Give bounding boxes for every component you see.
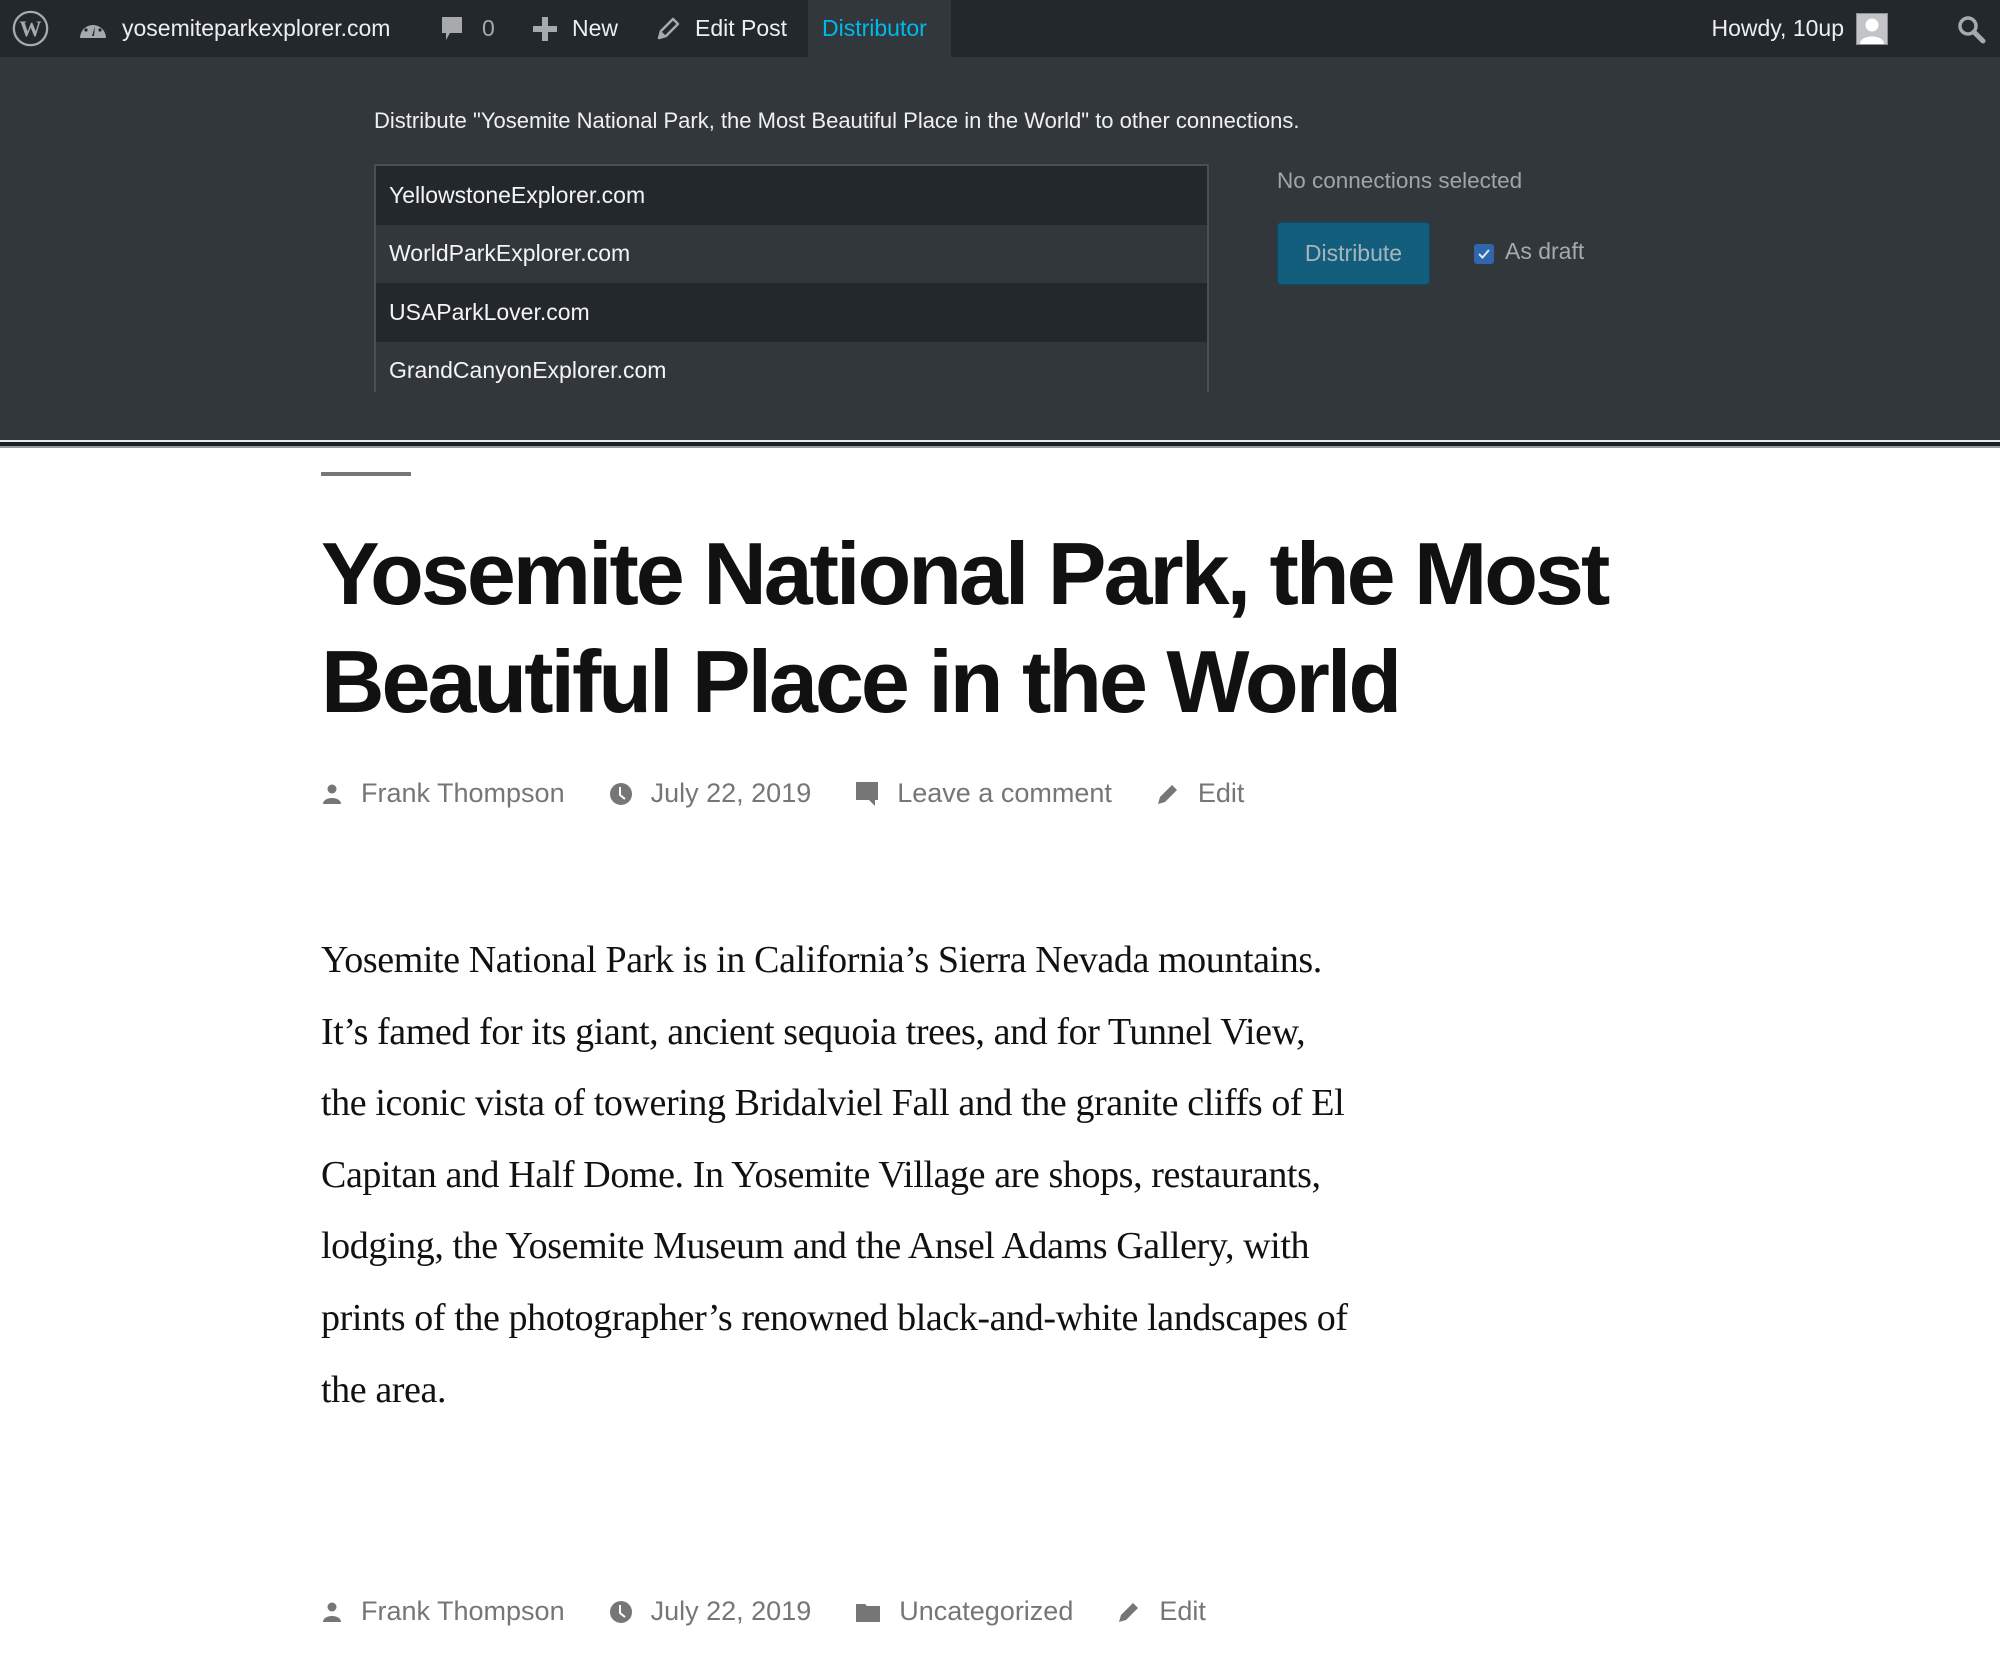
panel-divider [0,440,2000,448]
connection-item[interactable]: WorldParkExplorer.com [376,224,1207,283]
clock-icon [609,782,632,805]
date-link[interactable]: July 22, 2019 [651,778,812,809]
distribute-button[interactable]: Distribute [1277,222,1430,285]
search-icon [1956,14,1986,44]
edit-post-label: Edit Post [695,15,788,41]
connection-label: YellowstoneExplorer.com [389,181,646,208]
author-link[interactable]: Frank Thompson [361,778,565,809]
site-name-link[interactable]: yosemiteparkexplorer.com [78,0,390,57]
post-header-meta: Frank Thompson July 22, 2019 Leave a com… [321,778,1288,809]
title-separator [321,472,411,476]
dashboard-gauge-icon [78,16,108,42]
new-content-link[interactable]: New [532,0,618,57]
connection-label: WorldParkExplorer.com [389,240,631,267]
distribute-description: Distribute "Yosemite National Park, the … [374,108,1300,133]
user-icon [323,1602,341,1622]
connection-label: USAParkLover.com [389,298,590,325]
search-button[interactable] [1956,0,1986,57]
post-footer-meta: Frank Thompson July 22, 2019 Uncategoriz… [321,1596,1250,1627]
post-date: July 22, 2019 [609,778,812,809]
wordpress-logo-button[interactable]: W [12,0,49,57]
distributor-tab[interactable]: Distributor [808,0,951,57]
connection-label: GrandCanyonExplorer.com [389,357,667,384]
clock-icon [609,1600,632,1623]
pencil-icon [1119,1602,1139,1622]
post-edit: Edit [1156,778,1245,809]
comments-link[interactable]: 0 [440,0,495,57]
new-label: New [572,15,619,41]
post-title: Yosemite National Park, the Most Beautif… [321,524,1610,731]
my-account-link[interactable]: Howdy, 10up [1711,0,1888,57]
footer-date: July 22, 2019 [609,1596,812,1627]
connection-item[interactable]: GrandCanyonExplorer.com [376,341,1207,400]
user-avatar-icon [1856,12,1888,45]
user-icon [323,784,341,804]
as-draft-checkbox[interactable] [1474,244,1494,264]
post-body: Yosemite National Park is in California’… [321,939,1348,1411]
comment-bubble-icon [440,15,464,43]
wordpress-logo-icon: W [12,10,49,47]
admin-bar: W yosemiteparkexplorer.com 0 New Edit Po… [0,0,2000,57]
pencil-icon [1157,784,1177,804]
as-draft-label[interactable]: As draft [1505,238,1584,265]
category-link[interactable]: Uncategorized [899,1596,1073,1627]
distributor-label: Distributor [822,15,927,41]
comments-count: 0 [482,15,495,41]
date-link[interactable]: July 22, 2019 [651,1596,812,1627]
connection-item[interactable]: USAParkLover.com [376,283,1207,342]
connection-item[interactable]: YellowstoneExplorer.com [376,166,1207,225]
pencil-icon [655,16,681,42]
post-author: Frank Thompson [321,778,565,809]
selection-status: No connections selected [1277,168,1523,193]
connections-list[interactable]: YellowstoneExplorer.com WorldParkExplore… [374,164,1209,400]
howdy-label: Howdy, 10up [1711,15,1844,41]
footer-category: Uncategorized [855,1596,1073,1627]
svg-text:W: W [19,16,41,41]
plus-icon [532,16,558,42]
author-link[interactable]: Frank Thompson [361,1596,565,1627]
footer-edit: Edit [1117,1596,1206,1627]
leave-comment-link[interactable]: Leave a comment [897,778,1112,809]
site-name: yosemiteparkexplorer.com [122,15,391,41]
footer-author: Frank Thompson [321,1596,565,1627]
checkmark-icon [1478,249,1490,259]
edit-link[interactable]: Edit [1159,1596,1206,1627]
edit-post-link[interactable]: Edit Post [655,0,787,57]
edit-link[interactable]: Edit [1198,778,1245,809]
folder-icon [856,1603,881,1622]
comment-icon [856,781,879,806]
post-comments: Leave a comment [855,778,1112,809]
